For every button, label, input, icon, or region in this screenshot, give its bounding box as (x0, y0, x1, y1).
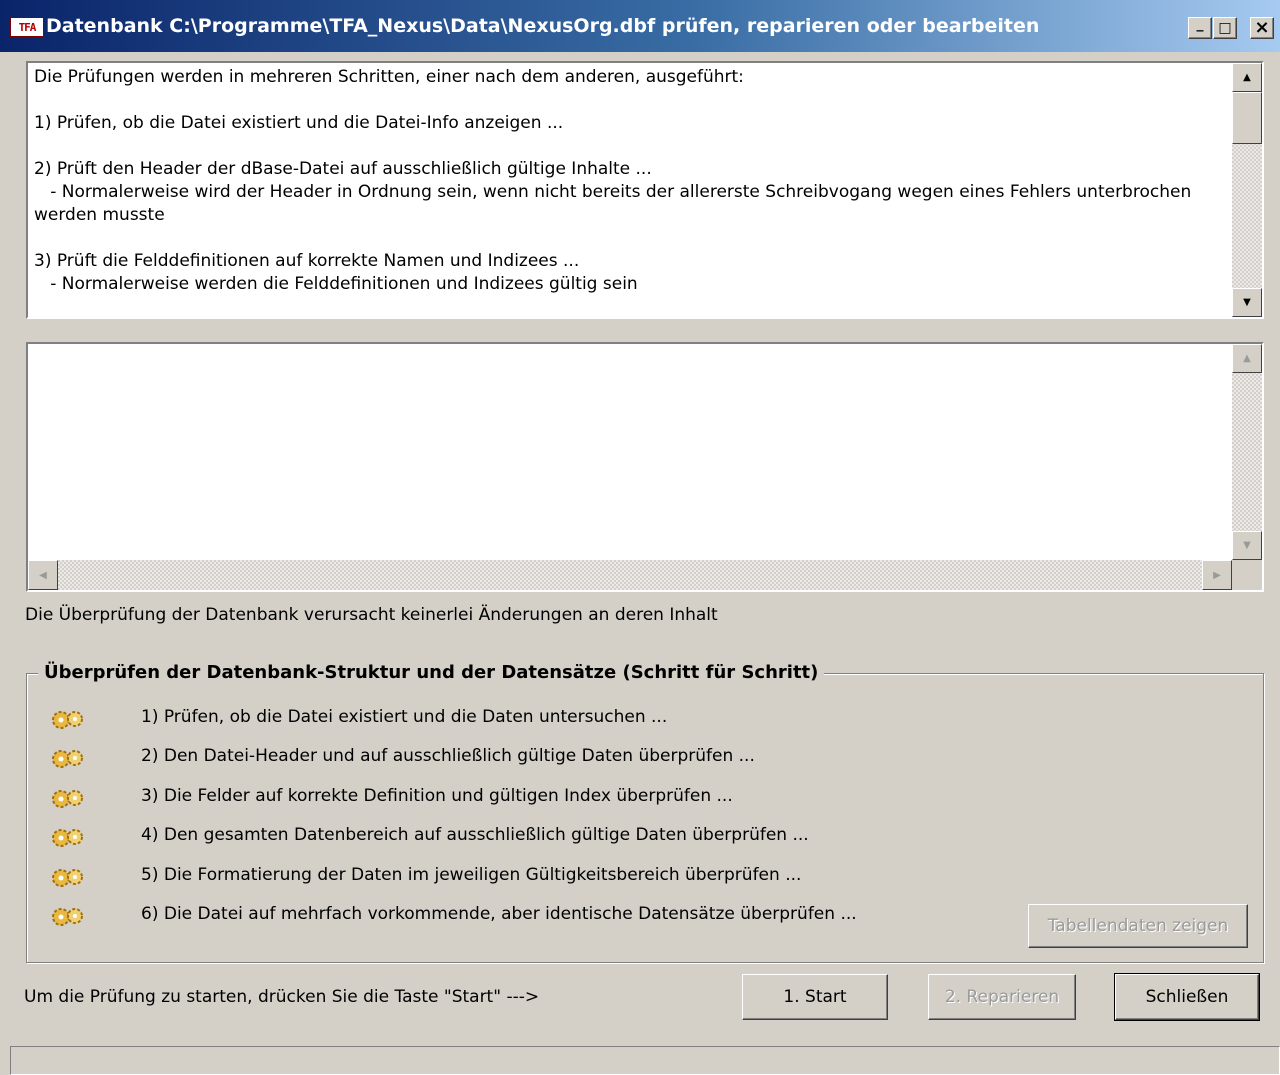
gears-icon (52, 711, 83, 729)
output-vertical-scrollbar[interactable] (1232, 344, 1262, 560)
window-title: Datenbank C:\Programme\TFA_Nexus\Data\Ne… (46, 15, 1040, 37)
gears-icon (52, 790, 83, 808)
step-6-label: 6) Die Datei auf mehrfach vorkommende, a… (141, 904, 857, 924)
gears-icon (52, 869, 83, 887)
info-scroll-thumb[interactable] (1232, 92, 1262, 144)
step-3-label: 3) Die Felder auf korrekte Definition un… (141, 786, 733, 806)
close-icon: × (1254, 17, 1270, 38)
maximize-button[interactable]: □ (1213, 17, 1237, 39)
maximize-icon: □ (1218, 20, 1232, 36)
arrow-down-icon: ▼ (1243, 297, 1251, 308)
output-scroll-up-button[interactable]: ▲ (1232, 344, 1262, 373)
info-text: Die Prüfungen werden in mehreren Schritt… (34, 67, 1192, 294)
app-icon[interactable]: TFA (10, 17, 44, 37)
output-box[interactable] (26, 342, 1264, 592)
output-scroll-down-button[interactable]: ▼ (1232, 531, 1262, 560)
info-scroll-up-button[interactable]: ▲ (1232, 63, 1262, 92)
no-change-note: Die Überprüfung der Datenbank verursacht… (25, 605, 718, 625)
arrow-right-icon: ▶ (1213, 569, 1221, 581)
start-hint: Um die Prüfung zu starten, drücken Sie d… (24, 987, 540, 1007)
repair-button[interactable]: 2. Reparieren (928, 974, 1076, 1020)
gears-icon (52, 829, 83, 847)
info-scroll-down-button[interactable]: ▼ (1232, 288, 1262, 317)
close-window-button[interactable]: × (1250, 17, 1274, 39)
output-horizontal-scrollbar[interactable] (28, 560, 1232, 590)
group-title: Überprüfen der Datenbank-Struktur und de… (38, 662, 825, 683)
title-bar[interactable]: TFA Datenbank C:\Programme\TFA_Nexus\Dat… (0, 0, 1280, 52)
minimize-button[interactable]: _ (1188, 17, 1212, 39)
arrow-up-icon: ▲ (1243, 353, 1251, 364)
output-scroll-right-button[interactable]: ▶ (1202, 560, 1232, 590)
arrow-down-icon: ▼ (1243, 540, 1251, 551)
gears-icon (52, 908, 83, 926)
gears-icon (52, 750, 83, 768)
close-button[interactable]: Schließen (1114, 973, 1260, 1021)
scrollbar-corner (1232, 560, 1262, 590)
step-1-label: 1) Prüfen, ob die Datei existiert und di… (141, 707, 668, 727)
step-4-label: 4) Den gesamten Datenbereich auf ausschl… (141, 825, 809, 845)
start-button[interactable]: 1. Start (742, 974, 888, 1020)
arrow-up-icon: ▲ (1243, 72, 1251, 83)
show-table-data-button[interactable]: Tabellendaten zeigen (1028, 904, 1248, 948)
step-5-label: 5) Die Formatierung der Daten im jeweili… (141, 865, 802, 885)
status-bar (10, 1046, 1280, 1075)
output-scroll-left-button[interactable]: ◀ (28, 560, 58, 590)
arrow-left-icon: ◀ (39, 569, 47, 581)
step-2-label: 2) Den Datei-Header und auf ausschließli… (141, 746, 755, 766)
minimize-icon: _ (1196, 16, 1204, 32)
